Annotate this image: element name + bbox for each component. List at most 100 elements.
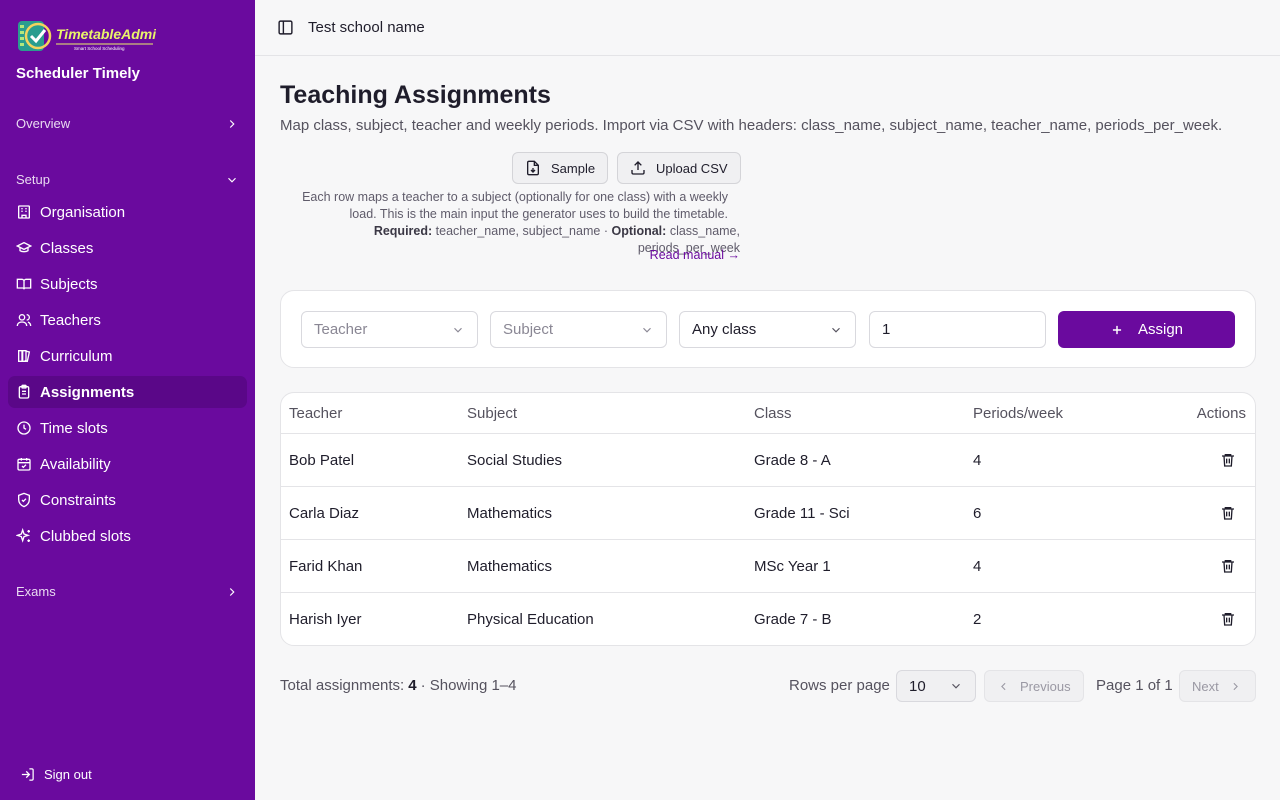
nav-group-setup[interactable]: Setup [16,172,239,187]
sidebar-item-clubbed-slots[interactable]: Clubbed slots [8,520,247,552]
sidebar-item-constraints[interactable]: Constraints [8,484,247,516]
delete-icon[interactable] [1220,452,1236,468]
sidebar-item-time-slots[interactable]: Time slots [8,412,247,444]
periods-cell: 4 [973,451,982,469]
sign-out-button[interactable]: Sign out [20,767,92,782]
teacher-cell: Carla Diaz [289,504,360,522]
chevron-down-icon [454,327,462,333]
sidebar-item-assignments[interactable]: Assignments [8,376,247,408]
sidebar-item-organisation[interactable]: Organisation [8,196,247,228]
svg-text:TimetableAdmin: TimetableAdmin [56,26,156,42]
sidebar-item-curriculum[interactable]: Curriculum [8,340,247,372]
csv-help-text: Each row maps a teacher to a subject (op… [280,189,740,256]
periods-cell: 6 [973,504,982,522]
required-fields: teacher_name, subject_name [435,224,601,238]
next-page-button[interactable]: Next [1179,670,1256,702]
clock-icon [17,421,31,435]
table-row: Bob Patel Social Studies Grade 8 - A 4 [281,434,1255,487]
upload-icon [631,161,645,175]
sample-button-label: Sample [551,160,596,176]
subject-cell: Mathematics [467,557,553,575]
nav-group-label: Exams [16,584,56,599]
class-cell: MSc Year 1 [754,557,831,575]
previous-page-button[interactable]: Previous [984,670,1084,702]
nav-group-exams[interactable]: Exams [16,584,239,599]
sample-button[interactable]: Sample [512,152,609,184]
subject-cell: Physical Education [467,611,594,628]
graduation-cap-icon [16,241,32,253]
table-header: Teacher Subject Class Periods/week Actio… [281,393,1255,434]
chevron-down-icon [832,327,840,333]
svg-text:Smart School Scheduling: Smart School Scheduling [74,46,125,51]
showing-range: · Showing 1–4 [420,677,517,694]
assign-button[interactable]: Assign [1058,311,1235,348]
sidebar-item-label: Teachers [40,311,101,329]
sign-out-label: Sign out [44,767,92,782]
sidebar-item-classes[interactable]: Classes [8,232,247,264]
log-out-icon [21,768,34,781]
delete-icon[interactable] [1220,611,1236,627]
clipboard-list-icon [18,384,30,399]
sidebar-item-label: Organisation [40,203,126,221]
periods-cell: 4 [973,557,982,575]
teacher-select-value: Teacher [314,321,368,338]
shield-check-icon [18,492,30,508]
delete-icon[interactable] [1220,505,1236,521]
subject-cell: Mathematics [467,504,553,522]
subject-cell: Social Studies [467,451,563,469]
column-header-teacher[interactable]: Teacher [289,393,342,433]
chevron-right-icon [1233,682,1238,690]
column-header-periods[interactable]: Periods/week [973,393,1063,433]
subject-select[interactable]: Subject [490,311,667,348]
sidebar-item-label: Curriculum [40,347,113,365]
total-value: 4 [408,677,417,694]
upload-csv-button[interactable]: Upload CSV [617,152,741,184]
teacher-select[interactable]: Teacher [301,311,478,348]
rows-per-page-select[interactable]: 10 [896,670,976,702]
column-header-actions: Actions [1196,404,1246,422]
subject-select-value: Subject [503,321,554,338]
total-assignments: Total assignments: 4 · Showing 1–4 [280,677,516,694]
sidebar-toggle-icon[interactable] [277,19,294,36]
help-line: Each row maps a teacher to a subject (op… [302,190,728,221]
sidebar-item-label: Assignments [40,383,135,401]
periods-cell: 2 [973,611,982,628]
sidebar-item-label: Constraints [40,491,116,509]
class-cell: Grade 11 - Sci [754,504,850,522]
chevron-right-icon [229,587,235,596]
chevron-down-icon [952,683,960,689]
sidebar-item-label: Availability [40,455,111,473]
sidebar-item-label: Subjects [40,275,98,293]
plus-icon [1112,325,1122,334]
chevron-down-icon [228,177,236,183]
building-icon [18,205,30,219]
next-label: Next [1192,678,1219,694]
page-info: Page 1 of 1 [1096,677,1173,694]
nav-group-overview[interactable]: Overview [16,116,239,131]
sidebar-item-label: Time slots [40,419,108,437]
sidebar-item-subjects[interactable]: Subjects [8,268,247,300]
optional-label: Optional: [611,224,667,238]
read-manual-link[interactable]: Read manual → [650,248,740,262]
column-header-class[interactable]: Class [754,393,792,433]
chevron-right-icon [229,119,235,128]
teacher-cell: Bob Patel [289,451,355,469]
app-logo: TimetableAdmin Smart School Scheduling [18,21,156,51]
previous-label: Previous [1020,678,1071,694]
class-select[interactable]: Any class [679,311,856,348]
sidebar-item-label: Clubbed slots [40,527,131,545]
table-row: Farid Khan Mathematics MSc Year 1 4 [281,540,1255,593]
required-label: Required: [373,224,433,238]
class-select-value: Any class [692,321,757,338]
sidebar: TimetableAdmin Smart School Scheduling S… [0,0,255,800]
column-header-subject[interactable]: Subject [467,393,517,433]
delete-icon[interactable] [1220,558,1236,574]
sidebar-item-availability[interactable]: Availability [8,448,247,480]
total-label: Total assignments: [280,677,405,694]
periods-per-week-input[interactable] [869,311,1046,348]
sidebar-item-teachers[interactable]: Teachers [8,304,247,336]
top-bar: Test school name [255,0,1280,56]
users-icon [16,314,32,327]
assign-button-label: Assign [1137,321,1184,338]
class-cell: Grade 8 - A [754,451,831,469]
